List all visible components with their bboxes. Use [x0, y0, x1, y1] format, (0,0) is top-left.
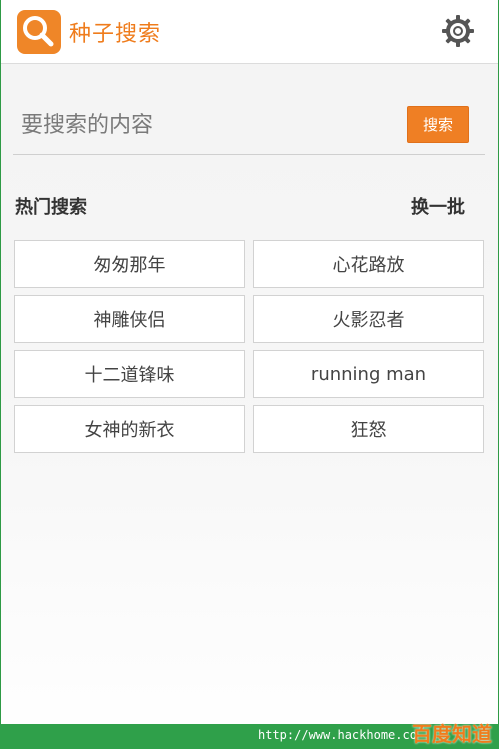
hot-search-item[interactable]: 女神的新衣: [14, 405, 245, 453]
gear-icon[interactable]: [441, 14, 475, 48]
app-title: 种子搜索: [69, 22, 162, 47]
search-button[interactable]: 搜索: [407, 106, 469, 143]
footer-url: http://www.hackhome.co: [258, 728, 417, 742]
watermark-logo: 百度知道: [412, 722, 492, 746]
top-bar: 种子搜索: [1, 0, 498, 64]
hot-search-item[interactable]: 匆匆那年: [14, 240, 245, 288]
hot-search-item[interactable]: 十二道锋味: [14, 350, 245, 398]
search-underline: [13, 154, 485, 155]
search-icon[interactable]: [17, 10, 61, 54]
hot-search-item[interactable]: running man: [253, 350, 484, 398]
hot-search-item[interactable]: 心花路放: [253, 240, 484, 288]
hot-search-item[interactable]: 火影忍者: [253, 295, 484, 343]
hot-search-item[interactable]: 狂怒: [253, 405, 484, 453]
search-input[interactable]: [13, 96, 383, 154]
app-frame: 种子搜索 搜索 热门搜索 换一批 匆匆那年 心: [0, 0, 499, 749]
hot-search-grid: 匆匆那年 心花路放 神雕侠侣 火影忍者 十二道锋味 running man 女神…: [14, 240, 484, 453]
hot-search-item[interactable]: 神雕侠侣: [14, 295, 245, 343]
hot-search-title: 热门搜索: [15, 197, 87, 218]
refresh-button[interactable]: 换一批: [411, 193, 465, 219]
